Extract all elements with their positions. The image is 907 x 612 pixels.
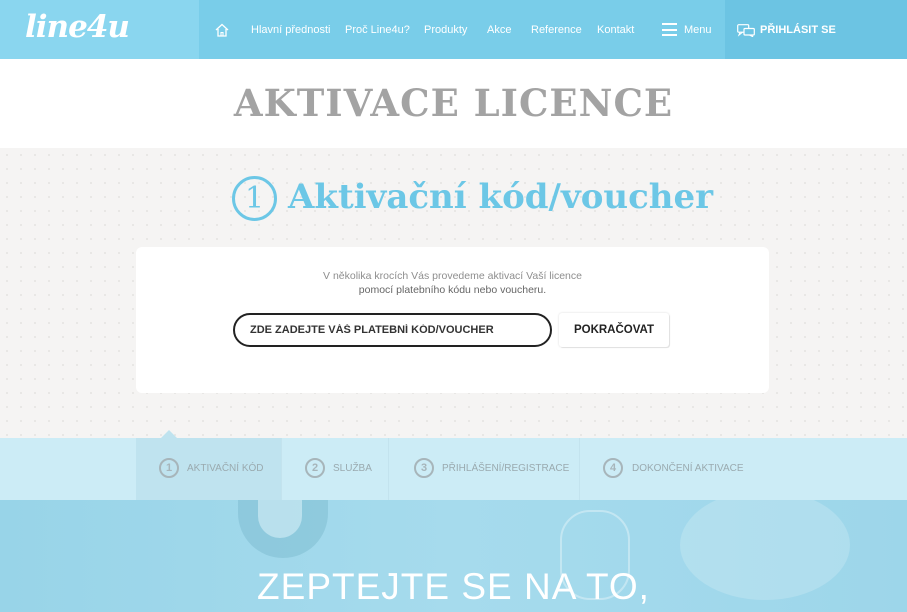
active-step-pointer (161, 430, 177, 438)
intro-text: V několika krocích Vás provedeme aktivac… (136, 269, 769, 297)
nav-kontakt[interactable]: Kontakt (597, 24, 634, 36)
site-header: line4u Hlavní přednosti Proč Line4u? Pro… (0, 0, 907, 59)
menu-button[interactable]: Menu (684, 24, 712, 36)
step-1-number: 1 (159, 458, 179, 478)
step-3-number: 3 (414, 458, 434, 478)
home-icon[interactable] (214, 22, 230, 38)
step-4-completion[interactable]: 4 DOKONČENÍ AKTIVACE (580, 438, 770, 500)
steps-progress-bar: 1 AKTIVAČNÍ KÓD 2 SLUŽBA 3 PŘIHLÁŠENÍ/RE… (0, 430, 907, 500)
hero-headline: ZEPTEJTE SE NA TO, (257, 566, 650, 607)
voucher-code-input[interactable] (233, 313, 552, 347)
voucher-card: V několika krocích Vás provedeme aktivac… (136, 247, 769, 393)
step-number-badge: 1 (232, 176, 277, 221)
step-2-label: SLUŽBA (333, 463, 372, 474)
hero-banner: ZEPTEJTE SE NA TO, (0, 500, 907, 612)
step-4-number: 4 (603, 458, 623, 478)
hamburger-menu-icon[interactable] (662, 23, 677, 36)
step-2-number: 2 (305, 458, 325, 478)
nav-akce[interactable]: Akce (487, 24, 511, 36)
step-3-label: PŘIHLÁŠENÍ/REGISTRACE (442, 463, 570, 474)
step-3-login-registration[interactable]: 3 PŘIHLÁŠENÍ/REGISTRACE (389, 438, 579, 500)
chat-login-icon (737, 24, 755, 37)
step-1-activation-code[interactable]: 1 AKTIVAČNÍ KÓD (136, 438, 281, 500)
nav-reference[interactable]: Reference (531, 24, 582, 36)
step-title: Aktivační kód/voucher (288, 177, 714, 217)
logo[interactable]: line4u (25, 9, 130, 45)
step-1-label: AKTIVAČNÍ KÓD (187, 463, 264, 474)
title-band: AKTIVACE LICENCE (0, 59, 907, 148)
intro-line-1: V několika krocích Vás provedeme aktivac… (323, 270, 582, 282)
step-4-label: DOKONČENÍ AKTIVACE (632, 463, 744, 474)
nav-proc-line4u[interactable]: Proč Line4u? (345, 24, 410, 36)
activation-section: 1 Aktivační kód/voucher V několika krocí… (0, 148, 907, 438)
nav-produkty[interactable]: Produkty (424, 24, 467, 36)
nav-hlavni-prednosti[interactable]: Hlavní přednosti (251, 24, 331, 36)
login-label: PŘIHLÁSIT SE (760, 24, 836, 36)
step-2-service[interactable]: 2 SLUŽBA (282, 438, 387, 500)
login-button[interactable]: PŘIHLÁSIT SE (725, 0, 907, 59)
page-title: AKTIVACE LICENCE (233, 81, 674, 125)
logo-area[interactable]: line4u (0, 0, 199, 59)
continue-button[interactable]: POKRAČOVAT (559, 313, 669, 347)
intro-line-2: pomocí platebního kódu nebo voucheru. (358, 284, 547, 296)
